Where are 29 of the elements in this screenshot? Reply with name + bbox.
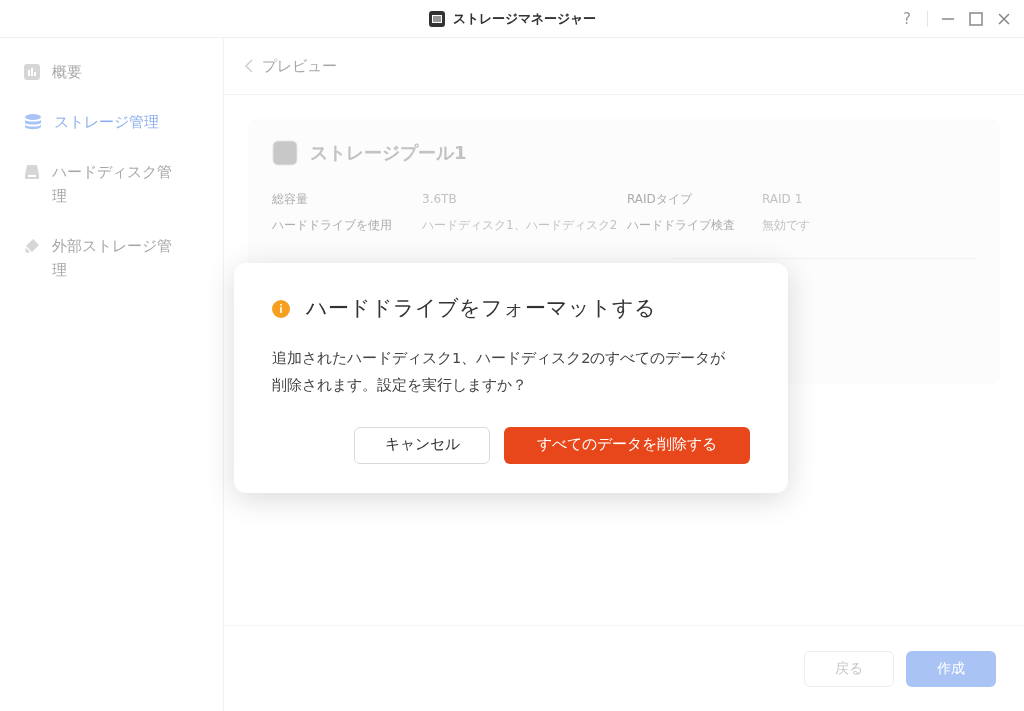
maximize-icon[interactable] [968, 11, 984, 27]
field-label: RAIDタイプ [627, 191, 694, 208]
pool-title: ストレージプール1 [310, 141, 467, 165]
page-title: プレビュー [262, 55, 337, 77]
field-label: 総容量 [272, 191, 309, 208]
sidebar-item[interactable]: ハードディスク管理 [24, 160, 199, 208]
chart-icon [24, 64, 40, 80]
cancel-button[interactable]: キャンセル [354, 426, 490, 464]
field-value: 3.6TB [422, 191, 458, 208]
delete-all-button[interactable]: すべてのデータを削除する [504, 426, 750, 464]
database-icon [24, 114, 42, 130]
field-label: ハードドライブ検査 [627, 217, 736, 234]
sidebar-item[interactable]: 外部ストレージ管理 [24, 234, 199, 282]
help-button[interactable]: ? [899, 7, 915, 31]
sidebar-item[interactable]: ストレージ管理 [24, 110, 199, 134]
pool-icon [272, 139, 298, 166]
field-value: RAID 1 [762, 191, 804, 208]
drive-icon [24, 164, 40, 180]
field-label: ハードドライブを使用 [272, 217, 393, 234]
close-icon[interactable] [996, 11, 1012, 27]
info-icon [272, 299, 290, 318]
dialog-title: ハードドライブをフォーマットする [306, 295, 656, 322]
window-title: ストレージマネージャー [452, 9, 596, 28]
usb-stick-icon [24, 238, 40, 254]
sidebar-item[interactable]: 概要 [24, 60, 199, 84]
app-icon [428, 10, 445, 27]
primary-button[interactable]: 作成 [906, 650, 996, 687]
dialog-message: 追加されたハードディスク1、ハードディスク2のすべてのデータが削除されます。設定を実行しますか？ [272, 348, 727, 395]
back-chevron-icon[interactable] [244, 59, 254, 73]
